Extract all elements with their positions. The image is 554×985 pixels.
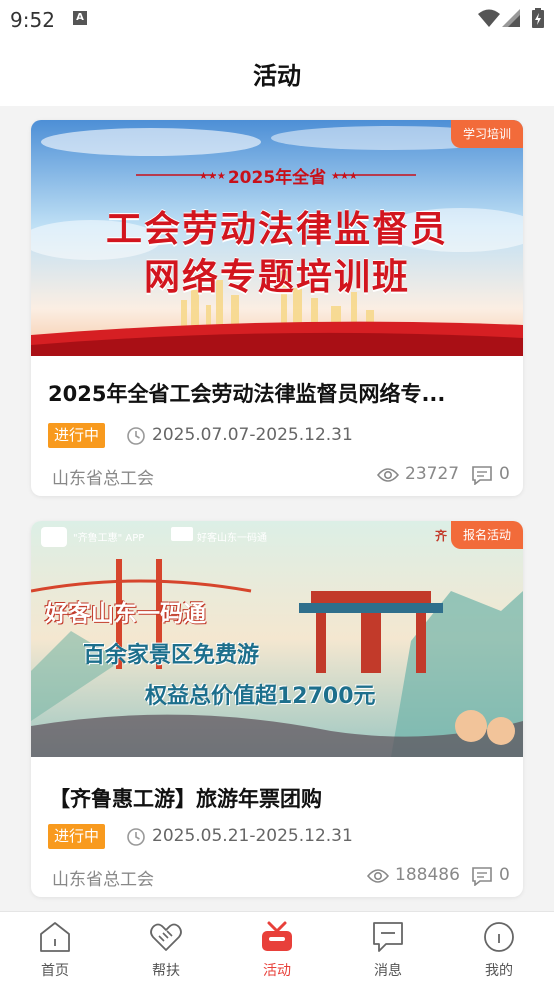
nav-label: 帮扶 [152,963,180,979]
comment-icon [472,867,492,886]
view-count: 23727 [405,464,460,484]
banner-app-label: "齐鲁工惠" APP [73,533,145,544]
activity-organizer: 山东省总工会 [52,469,154,489]
banner-line2: 工会劳动法律监督员 [105,209,448,250]
notification-a-icon: A [73,11,87,25]
status-bar: 9:52 A [0,0,554,38]
status-badge: 进行中 [48,824,105,849]
banner-corner-label: 齐 [435,529,448,543]
view-count: 188486 [395,865,460,885]
activity-organizer: 山东省总工会 [52,870,154,890]
banner-partner-label: 好客山东一码通 [197,533,267,544]
wifi-icon [478,9,500,27]
banner-line1: 2025年全省 [227,168,327,188]
nav-item-home[interactable]: 首页 [0,912,110,985]
battery-icon [532,8,544,28]
clock-icon [127,828,145,846]
nav-label: 首页 [41,963,69,979]
activity-dates: 2025.07.07-2025.12.31 [152,425,353,445]
activity-title[interactable]: 【齐鲁惠工游】旅游年票团购 [49,783,509,813]
nav-label: 我的 [485,963,513,979]
eye-icon [377,468,399,482]
top-bar: 活动 [0,38,554,106]
nav-item-help[interactable]: 帮扶 [111,912,221,985]
message-icon [373,922,403,952]
activity-banner-image: ★★★ ★★★ 2025年全省 工会劳动法律监督员 网络专题培训班 学习培训 [31,120,523,356]
eye-icon [367,869,389,883]
activity-title[interactable]: 2025年全省工会劳动法律监督员网络专... [48,378,508,408]
comment-icon [472,466,492,485]
nav-item-profile[interactable]: 我的 [444,912,554,985]
bottom-nav: 首页 帮扶 活动 消息 我的 [0,911,554,985]
comment-count: 0 [499,865,510,885]
gift-icon [262,921,292,951]
nav-label: 消息 [374,963,402,979]
nav-label: 活动 [263,963,291,979]
activity-banner-image: "齐鲁工惠" APP 好客山东一码通 齐 好客山东一码通 百余家景区免费游 权益… [31,521,523,757]
clock-icon [127,427,145,445]
banner-line1: 好客山东一码通 [45,601,206,627]
comment-count: 0 [499,464,510,484]
banner-line2: 百余家景区免费游 [83,643,260,668]
nav-item-activities[interactable]: 活动 [222,912,332,985]
activity-tag: 学习培训 [451,120,523,148]
profile-icon [484,922,514,952]
banner-line3: 网络专题培训班 [143,257,410,298]
activity-card[interactable]: "齐鲁工惠" APP 好客山东一码通 齐 好客山东一码通 百余家景区免费游 权益… [31,521,523,897]
status-time: 9:52 [10,8,55,32]
home-icon [40,922,70,952]
handshake-icon [150,923,182,951]
page-title: 活动 [253,62,301,90]
activity-dates: 2025.05.21-2025.12.31 [152,826,353,846]
status-badge: 进行中 [48,423,105,448]
signal-icon [502,9,520,27]
banner-line3: 权益总价值超12700元 [145,684,376,709]
nav-item-messages[interactable]: 消息 [333,912,443,985]
activity-card[interactable]: ★★★ ★★★ 2025年全省 工会劳动法律监督员 网络专题培训班 学习培训 2… [31,120,523,496]
activity-tag: 报名活动 [451,521,523,549]
